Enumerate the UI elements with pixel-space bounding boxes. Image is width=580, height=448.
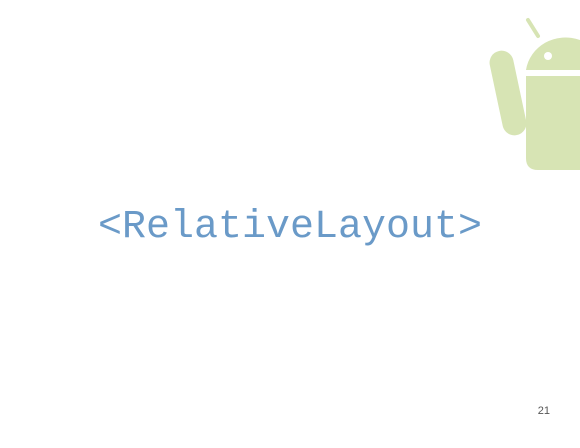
page-number: 21 bbox=[537, 405, 550, 417]
android-robot-icon bbox=[489, 18, 580, 170]
slide-title: <RelativeLayout> bbox=[97, 205, 483, 250]
slide: <RelativeLayout> 21 bbox=[0, 0, 580, 448]
